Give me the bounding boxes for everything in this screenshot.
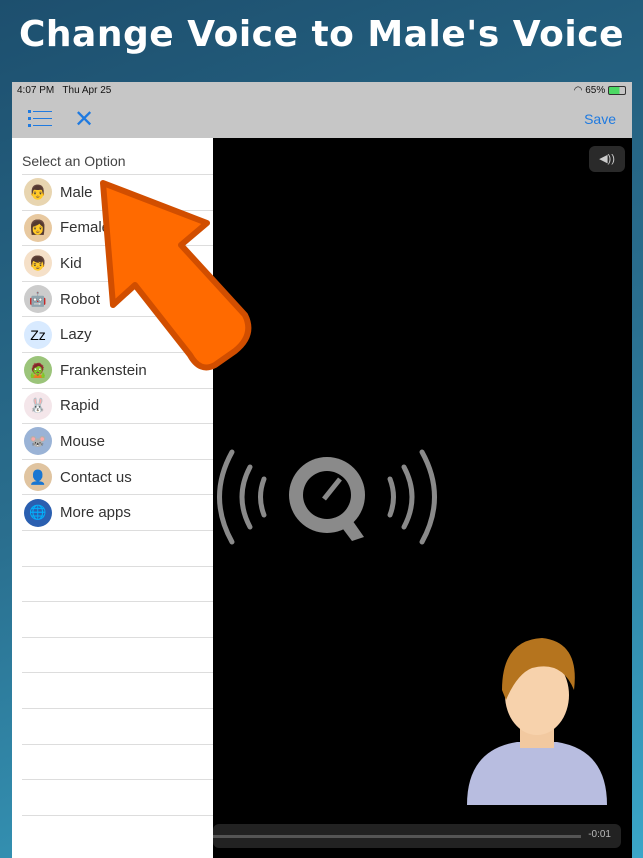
option-label: Male [60, 183, 93, 201]
zzz-icon: Zz [24, 320, 52, 349]
rabbit-icon: 🐰 [24, 391, 52, 420]
empty-row [22, 743, 213, 780]
female-avatar-icon: 👩 [24, 213, 52, 242]
option-contact-us[interactable]: 👤 Contact us [22, 458, 213, 495]
quicktime-logo-icon [217, 449, 437, 545]
empty-row [22, 565, 213, 602]
close-button[interactable]: ✕ [74, 105, 94, 134]
option-label: Lazy [60, 326, 92, 344]
option-rapid[interactable]: 🐰 Rapid [22, 387, 213, 424]
option-label: Mouse [60, 432, 106, 450]
option-mouse[interactable]: 🐭 Mouse [22, 423, 213, 459]
male-avatar-icon: 👨 [24, 178, 52, 207]
globe-icon: 🌐 [24, 498, 52, 527]
kid-face-icon: 👦 [24, 249, 52, 278]
option-more-apps[interactable]: 🌐 More apps [22, 494, 213, 530]
status-date: Thu Apr 25 [62, 85, 112, 96]
battery-icon [608, 85, 626, 95]
empty-row [22, 636, 213, 673]
option-label: Contact us [60, 468, 132, 486]
playback-bar: -0:01 [213, 824, 621, 848]
list-icon[interactable] [28, 110, 52, 128]
robot-icon: 🤖 [24, 285, 52, 314]
status-bar: 4:07 PM Thu Apr 25 ◠ 65% [12, 82, 632, 100]
option-label: Rapid [60, 397, 100, 415]
banner-title: Change Voice to Male's Voice [19, 14, 624, 55]
battery-percent: 65% [585, 85, 606, 96]
save-button[interactable]: Save [584, 111, 616, 127]
panel-heading: Select an Option [22, 153, 126, 169]
option-label: More apps [60, 504, 131, 522]
empty-row [22, 672, 213, 708]
pointer-arrow-icon [100, 180, 252, 371]
time-remaining: -0:01 [588, 829, 611, 840]
mouse-icon: 🐭 [24, 427, 52, 456]
empty-row [22, 530, 213, 566]
volume-button[interactable]: ◀)) [589, 146, 625, 172]
empty-row [22, 708, 213, 744]
wifi-icon: ◠ [573, 85, 583, 96]
empty-row [22, 601, 213, 637]
empty-row [22, 779, 213, 815]
status-time: 4:07 PM [17, 85, 55, 96]
playback-scrubber[interactable] [213, 835, 581, 838]
frankenstein-icon: 🧟 [24, 356, 52, 385]
contact-person-icon: 👤 [24, 463, 52, 492]
empty-row [22, 814, 213, 851]
male-avatar-icon [467, 638, 607, 805]
nav-bar: ✕ Save [12, 100, 632, 138]
option-label: Kid [60, 254, 82, 272]
